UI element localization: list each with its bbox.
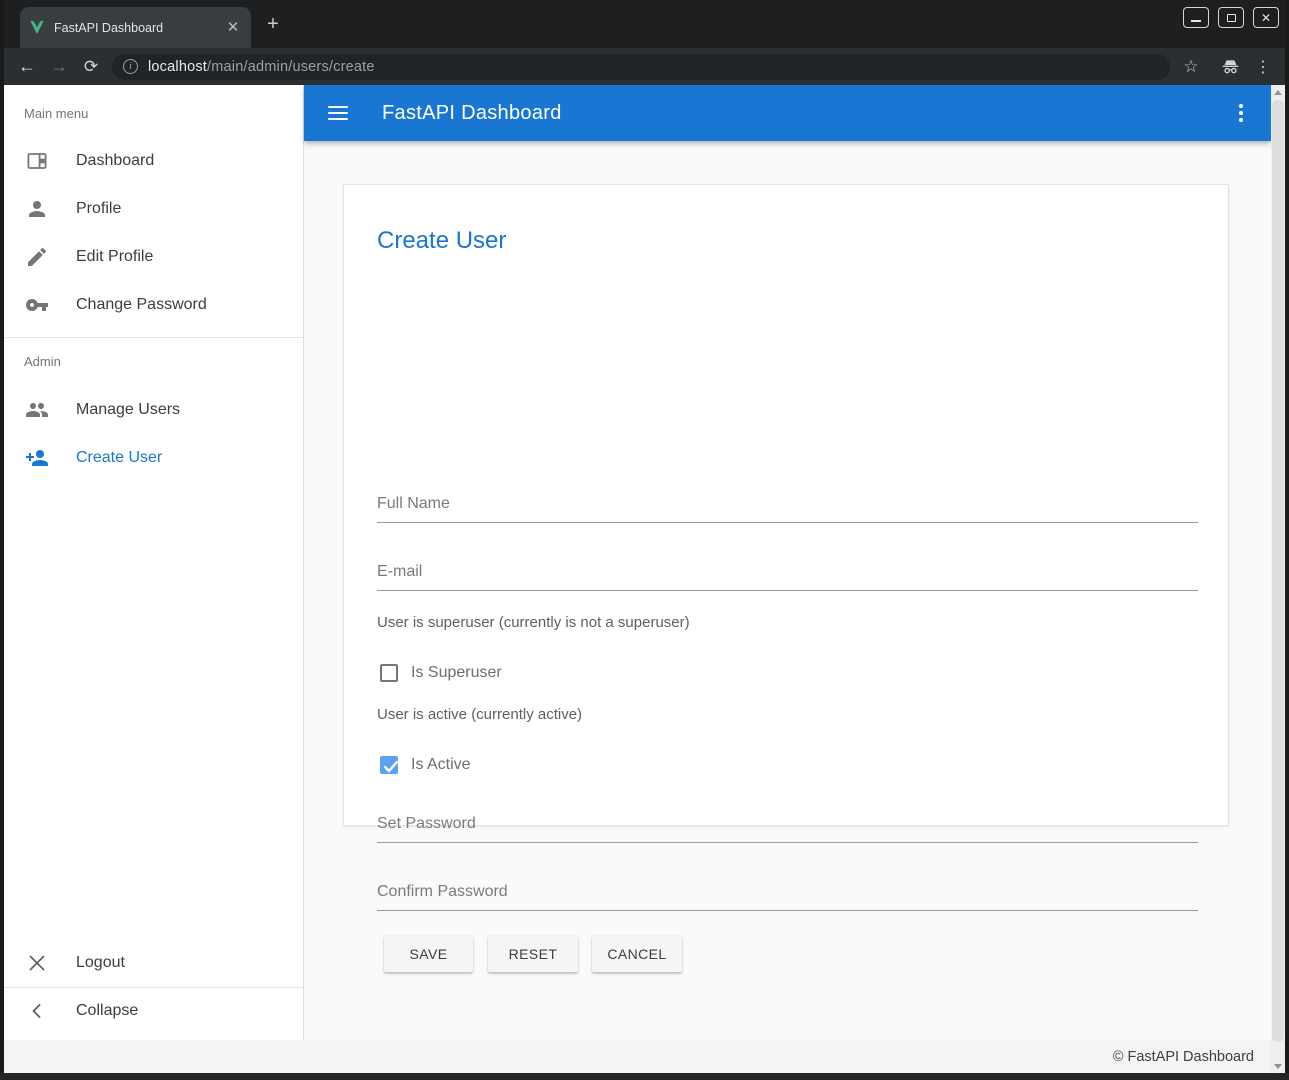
incognito-icon: [1215, 48, 1245, 85]
site-info-icon[interactable]: i: [123, 59, 138, 74]
set-password-label: Set Password: [377, 815, 1198, 833]
browser-tab[interactable]: FastAPI Dashboard ✕: [20, 7, 251, 48]
field-underline: [377, 842, 1198, 843]
url-text: localhost/main/admin/users/create: [148, 59, 375, 75]
sidebar-item-create-user[interactable]: Create User: [4, 434, 303, 482]
confirm-password-field[interactable]: Confirm Password: [377, 883, 1198, 901]
field-underline: [377, 910, 1198, 911]
active-note: User is active (currently active): [377, 706, 582, 723]
is-active-label: Is Active: [411, 756, 471, 774]
full-name-label: Full Name: [377, 495, 1198, 513]
maximize-button[interactable]: [1218, 7, 1244, 28]
tab-close-icon[interactable]: ✕: [224, 19, 242, 37]
sidebar-item-label: Collapse: [76, 1002, 138, 1020]
footer: © FastAPI Dashboard: [4, 1040, 1271, 1073]
close-button[interactable]: ✕: [1253, 7, 1279, 28]
set-password-field[interactable]: Set Password: [377, 815, 1198, 833]
sidebar-item-label: Edit Profile: [76, 248, 153, 266]
forward-icon[interactable]: →: [44, 48, 74, 85]
dashboard-icon: [25, 149, 49, 173]
scrollbar-thumb[interactable]: [1272, 100, 1284, 1042]
field-underline: [377, 590, 1198, 591]
is-active-checkbox-row[interactable]: Is Active: [380, 756, 471, 774]
email-field[interactable]: E-mail: [377, 563, 1198, 581]
window-border: [1285, 0, 1289, 1080]
tab-title: FastAPI Dashboard: [54, 21, 224, 35]
is-superuser-checkbox-row[interactable]: Is Superuser: [380, 664, 502, 682]
new-tab-button[interactable]: +: [262, 14, 284, 36]
person-icon: [25, 197, 49, 221]
vue-logo-icon: [29, 20, 45, 35]
sidebar-item-logout[interactable]: Logout: [4, 939, 303, 987]
url-host: localhost: [148, 59, 207, 75]
sidebar-item-profile[interactable]: Profile: [4, 185, 303, 233]
minimize-button[interactable]: [1183, 7, 1209, 28]
pencil-icon: [25, 245, 49, 269]
save-button[interactable]: SAVE: [384, 936, 473, 972]
create-user-card: Create User Full Name E-mail User is sup…: [343, 184, 1229, 826]
sidebar-section-admin: Admin: [24, 354, 61, 369]
sidebar-item-label: Create User: [76, 449, 162, 467]
appbar-title: FastAPI Dashboard: [382, 102, 562, 125]
person-add-icon: [25, 446, 49, 470]
superuser-note: User is superuser (currently is not a su…: [377, 614, 690, 631]
field-underline: [377, 522, 1198, 523]
sidebar-item-label: Change Password: [76, 296, 207, 314]
sidebar-section-main-menu: Main menu: [24, 106, 88, 121]
checkbox-unchecked-icon[interactable]: [380, 664, 398, 682]
sidebar-item-label: Logout: [76, 954, 125, 972]
bookmark-star-icon[interactable]: ☆: [1176, 48, 1206, 85]
browser-menu-icon[interactable]: ⋮: [1248, 48, 1278, 85]
page-scrollbar[interactable]: [1271, 85, 1285, 1073]
appbar: FastAPI Dashboard: [304, 85, 1271, 141]
sidebar-divider: [4, 337, 303, 338]
email-label: E-mail: [377, 563, 1198, 581]
sidebar-item-collapse[interactable]: Collapse: [4, 987, 303, 1035]
footer-copyright: © FastAPI Dashboard: [1113, 1049, 1254, 1065]
key-icon: [25, 293, 49, 317]
sidebar-item-label: Manage Users: [76, 401, 180, 419]
sidebar-item-label: Profile: [76, 200, 121, 218]
url-path: /main/admin/users/create: [207, 59, 375, 75]
scroll-up-icon[interactable]: [1271, 85, 1285, 99]
is-superuser-label: Is Superuser: [411, 664, 502, 682]
window-border: [0, 0, 4, 1080]
logout-x-icon: [25, 951, 49, 975]
cancel-button[interactable]: CANCEL: [592, 936, 682, 972]
browser-toolbar: ← → ⟳ i localhost/main/admin/users/creat…: [0, 48, 1289, 85]
window-controls: ✕: [1183, 7, 1279, 28]
sidebar: Main menu Dashboard Profile Edit Profile…: [4, 85, 304, 1040]
page-title: Create User: [377, 227, 506, 255]
window-border: [0, 1073, 1289, 1080]
sidebar-item-manage-users[interactable]: Manage Users: [4, 386, 303, 434]
hamburger-menu-icon[interactable]: [328, 106, 348, 120]
sidebar-item-dashboard[interactable]: Dashboard: [4, 137, 303, 185]
full-name-field[interactable]: Full Name: [377, 495, 1198, 513]
reset-button[interactable]: RESET: [488, 936, 578, 972]
sidebar-item-label: Dashboard: [76, 152, 154, 170]
appbar-menu-icon[interactable]: [1239, 104, 1243, 122]
checkbox-checked-icon[interactable]: [380, 756, 398, 774]
people-icon: [25, 398, 49, 422]
chevron-left-icon: [25, 999, 49, 1023]
sidebar-item-edit-profile[interactable]: Edit Profile: [4, 233, 303, 281]
url-bar[interactable]: i localhost/main/admin/users/create: [112, 54, 1170, 80]
window-titlebar: FastAPI Dashboard ✕ + ✕: [0, 0, 1289, 48]
sidebar-item-change-password[interactable]: Change Password: [4, 281, 303, 329]
back-icon[interactable]: ←: [12, 48, 42, 85]
scroll-down-icon[interactable]: [1271, 1059, 1285, 1073]
reload-icon[interactable]: ⟳: [76, 48, 106, 85]
confirm-password-label: Confirm Password: [377, 883, 1198, 901]
